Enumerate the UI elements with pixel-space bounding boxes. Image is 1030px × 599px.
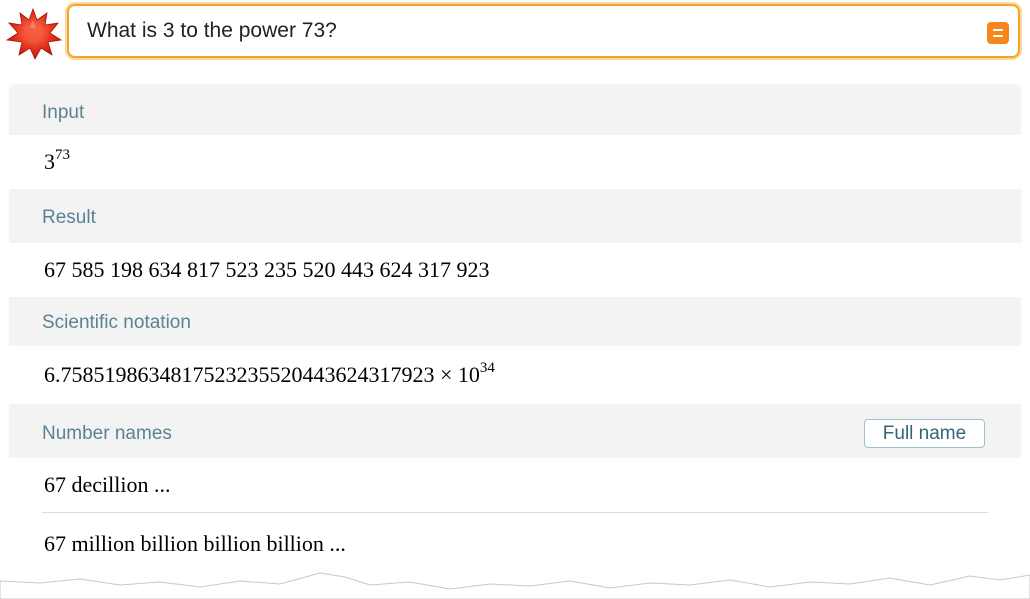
pod-title-result: Result xyxy=(42,207,96,228)
result-value: 67 585 198 634 817 523 235 520 443 624 3… xyxy=(44,257,490,282)
math-input-icon[interactable] xyxy=(987,22,1009,44)
wolfram-alpha-logo-icon[interactable] xyxy=(4,8,62,60)
input-base: 3 xyxy=(44,149,55,174)
pod-title-scientific: Scientific notation xyxy=(42,312,191,333)
full-name-button[interactable]: Full name xyxy=(864,419,985,448)
pod-content-scientific: 6.7585198634817523235520443624317923 × 1… xyxy=(9,346,1021,404)
search-bar[interactable] xyxy=(67,4,1020,58)
pod-content-result: 67 585 198 634 817 523 235 520 443 624 3… xyxy=(9,243,1021,297)
results-panel: Input 373 Result 67 585 198 634 817 523 … xyxy=(9,84,1021,584)
pod-title-input: Input xyxy=(42,102,85,123)
number-names-divider xyxy=(42,512,988,513)
input-exponent: 73 xyxy=(55,147,70,163)
number-name-short: 67 decillion ... xyxy=(44,472,171,497)
torn-edge-decoration xyxy=(0,572,1030,599)
scientific-exponent: 34 xyxy=(479,360,495,376)
scientific-mantissa: 6.7585198634817523235520443624317923 × 1… xyxy=(44,362,480,387)
pod-content-input: 373 xyxy=(9,135,1021,189)
search-input[interactable] xyxy=(87,6,967,56)
